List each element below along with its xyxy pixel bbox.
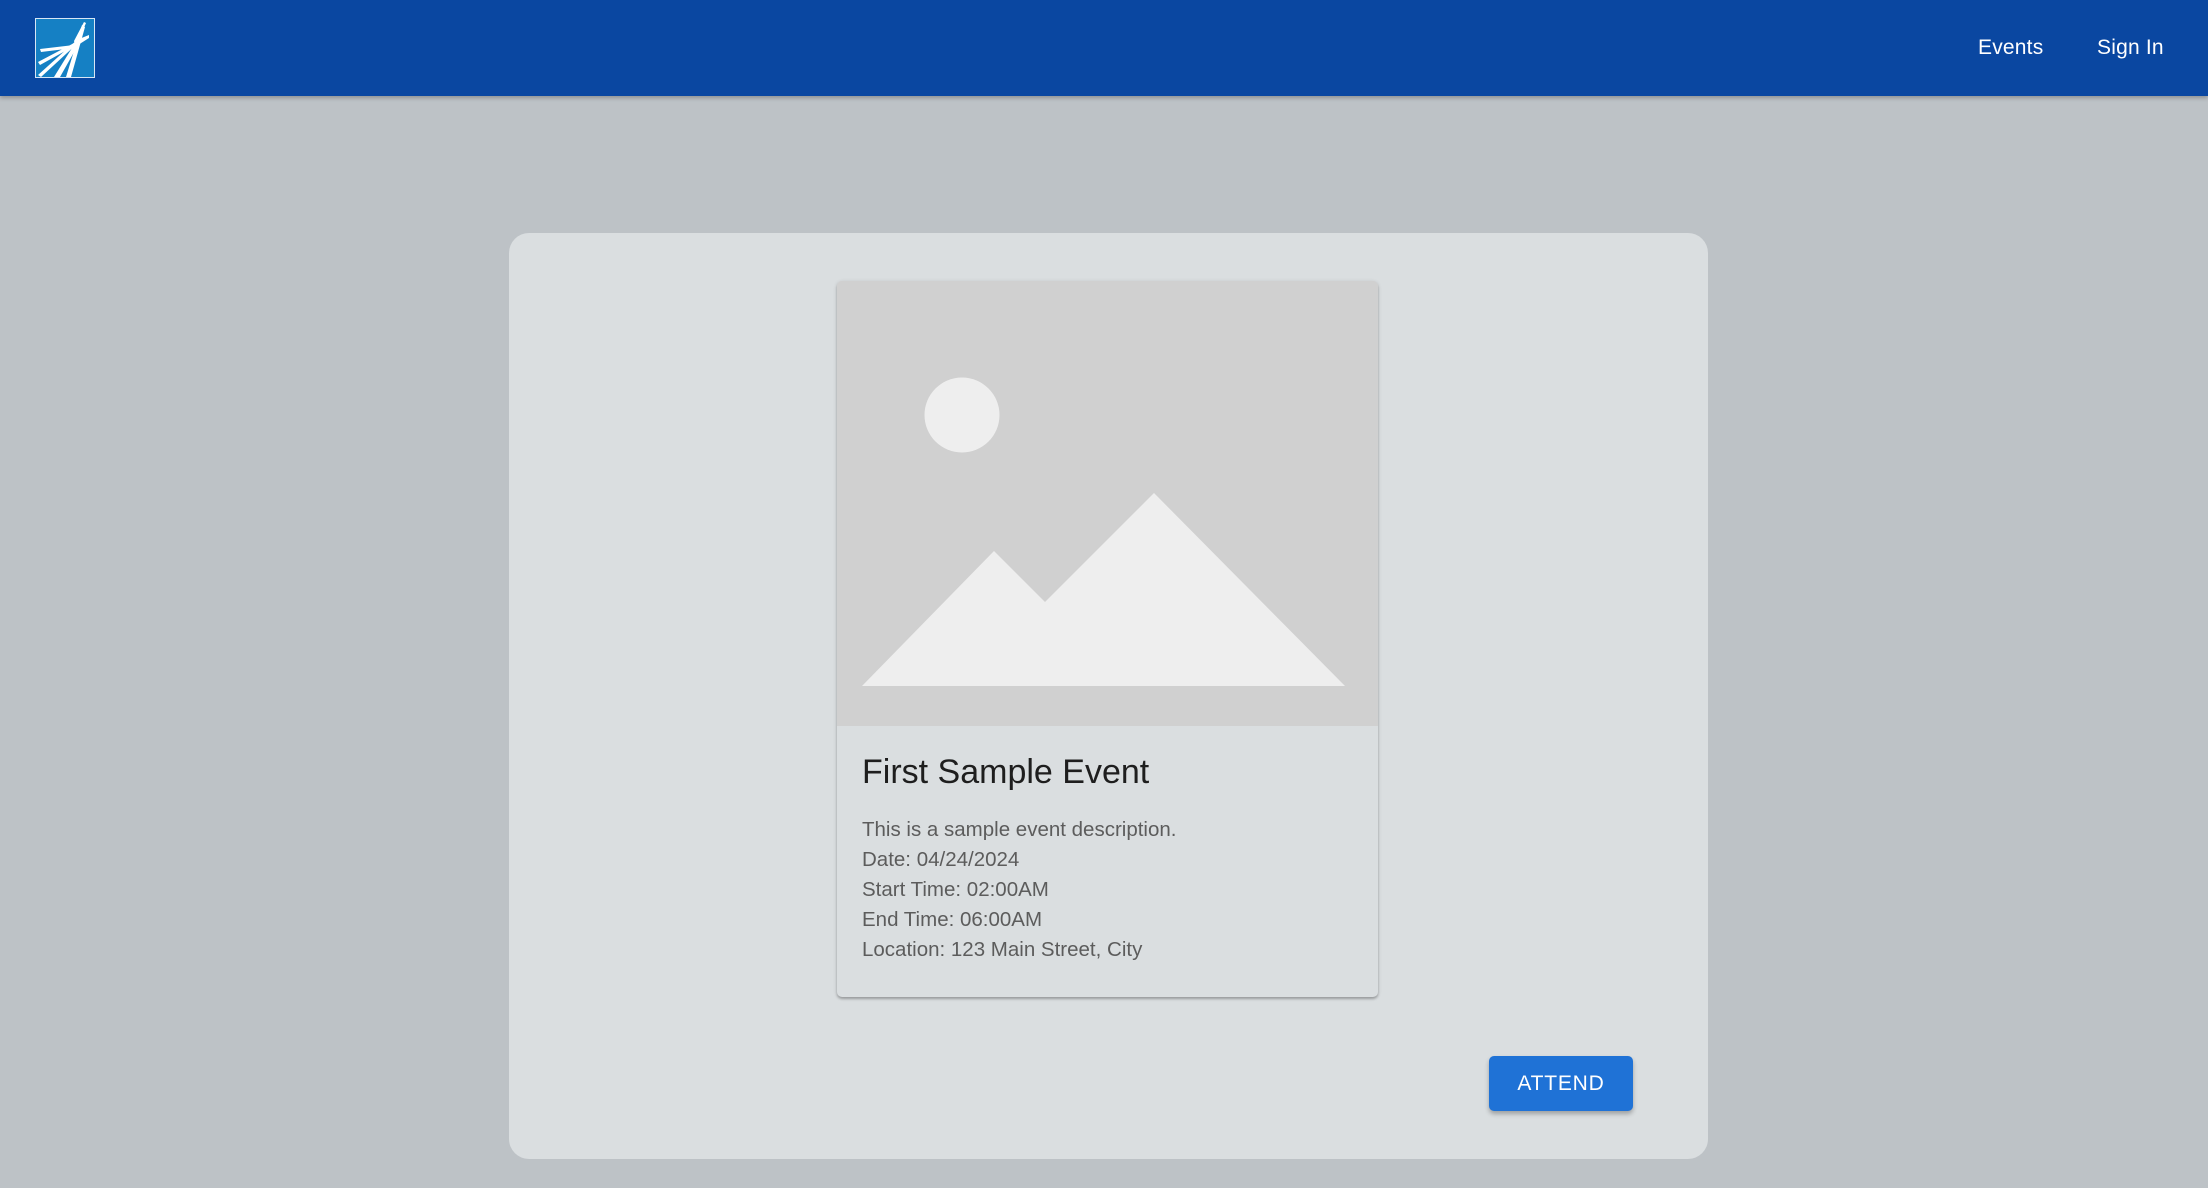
- nav-events-link[interactable]: Events: [1978, 0, 2043, 96]
- event-image-placeholder: [837, 281, 1378, 726]
- event-description: This is a sample event description.: [862, 818, 1177, 841]
- event-card: First Sample Event This is a sample even…: [837, 281, 1378, 997]
- event-end-time: End Time: 06:00AM: [862, 908, 1043, 931]
- jet-plane-logo-icon: [36, 19, 94, 77]
- event-location: Location: 123 Main Street, City: [862, 938, 1143, 961]
- attend-button[interactable]: ATTEND: [1489, 1056, 1633, 1111]
- event-date: Date: 04/24/2024: [862, 848, 1020, 871]
- event-start-time: Start Time: 02:00AM: [862, 878, 1049, 901]
- event-detail-panel: First Sample Event This is a sample even…: [509, 233, 1708, 1159]
- app-header: Events Sign In: [0, 0, 2208, 96]
- image-placeholder-icon: [837, 281, 1378, 726]
- event-title: First Sample Event: [862, 753, 1150, 791]
- app-logo-icon[interactable]: [35, 18, 95, 78]
- event-details: This is a sample event description. Date…: [862, 815, 1176, 965]
- nav-sign-in-link[interactable]: Sign In: [2097, 0, 2164, 96]
